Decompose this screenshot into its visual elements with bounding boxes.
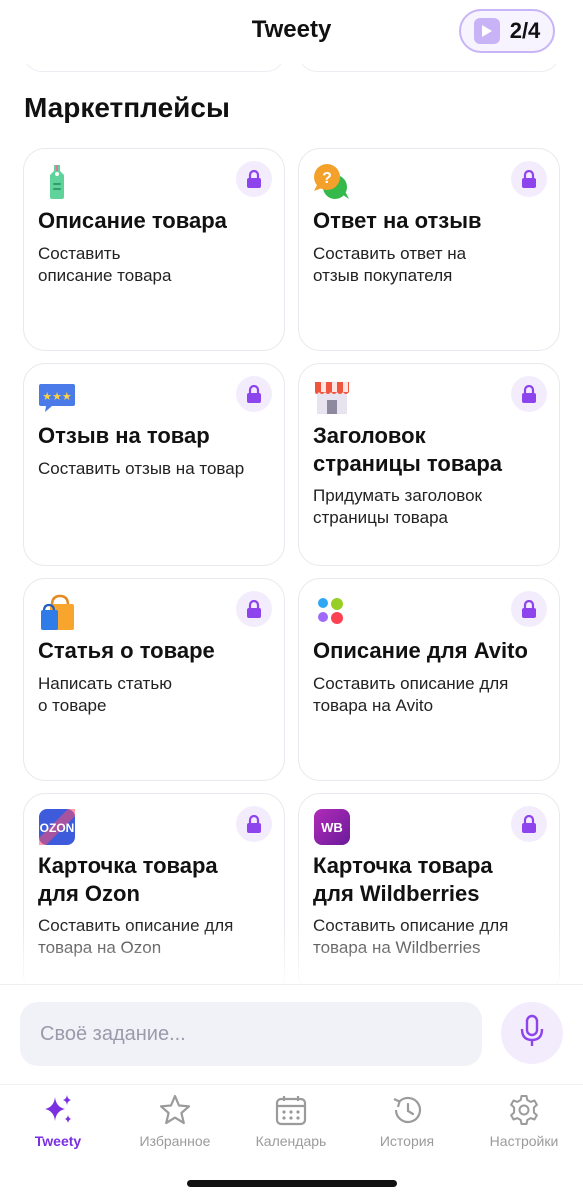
wildberries-logo-icon: WB [313, 808, 351, 846]
price-tag-icon [38, 163, 76, 201]
card-description: Составить отзыв на товар [38, 459, 245, 478]
card-title: Статья о товаре [38, 638, 215, 663]
avito-icon [313, 593, 351, 631]
lock-icon[interactable] [511, 591, 547, 627]
header: Tweety 2/4 [0, 0, 583, 64]
tab-label: Календарь [255, 1133, 327, 1149]
lock-icon[interactable] [236, 591, 272, 627]
star-icon [158, 1093, 192, 1127]
card-wildberries-product[interactable]: WB Карточка товара для Wildberries Соста… [298, 793, 560, 984]
tab-calendar[interactable]: Календарь [233, 1093, 349, 1153]
card-product-review[interactable]: ★★★ Отзыв на товар Составить отзыв на то… [23, 363, 285, 566]
previous-card-left[interactable] [23, 64, 285, 72]
calendar-icon [274, 1093, 308, 1127]
svg-text:OZON: OZON [40, 821, 75, 835]
counter-text: 2/4 [509, 18, 541, 43]
svg-text:WB: WB [321, 820, 343, 835]
tab-settings[interactable]: Настройки [466, 1093, 582, 1153]
task-input-bar [0, 984, 583, 1084]
card-description: Составить описание для товара на Wildber… [313, 916, 509, 957]
card-title: Карточка товара для Wildberries [313, 853, 493, 906]
tab-label: Настройки [489, 1133, 559, 1149]
card-title: Ответ на отзыв [313, 208, 482, 233]
card-title: Отзыв на товар [38, 423, 210, 448]
lock-icon[interactable] [511, 161, 547, 197]
ozon-logo-icon: OZON [38, 808, 76, 846]
microphone-icon [519, 1014, 545, 1053]
content-scroll-area[interactable]: Маркетплейсы Описание товара Составить о… [0, 64, 583, 984]
sparkles-icon [41, 1093, 75, 1127]
history-icon [390, 1093, 424, 1127]
home-indicator[interactable] [187, 1180, 397, 1187]
card-title: Описание для Avito [313, 638, 528, 663]
tab-tweety[interactable]: Tweety [0, 1093, 116, 1153]
microphone-button[interactable] [501, 1002, 563, 1064]
svg-text:?: ? [322, 170, 332, 187]
card-page-title[interactable]: Заголовок страницы товара Придумать заго… [298, 363, 560, 566]
card-description: Придумать заголовок страницы товара [313, 486, 482, 527]
card-description: Составить описание для товара на Ozon [38, 916, 234, 957]
question-chat-icon: ? [313, 163, 351, 201]
lock-icon[interactable] [511, 806, 547, 842]
card-product-article[interactable]: Статья о товаре Написать статью о товаре [23, 578, 285, 781]
lock-icon[interactable] [511, 376, 547, 412]
gear-icon [507, 1093, 541, 1127]
lock-icon[interactable] [236, 806, 272, 842]
usage-counter-badge[interactable]: 2/4 [459, 9, 555, 53]
play-icon [473, 18, 500, 44]
section-title: Маркетплейсы [24, 92, 230, 123]
tab-favorites[interactable]: Избранное [117, 1093, 233, 1153]
card-title: Карточка товара для Ozon [38, 853, 218, 906]
card-title: Заголовок страницы товара [313, 423, 502, 476]
tab-label: Избранное [139, 1133, 211, 1149]
storefront-icon [313, 378, 351, 416]
shopping-bags-icon [38, 593, 76, 631]
lock-icon[interactable] [236, 161, 272, 197]
tab-label: История [379, 1133, 435, 1149]
card-review-reply[interactable]: ? Ответ на отзыв Составить ответ на отзы… [298, 148, 560, 351]
stars-review-icon: ★★★ [38, 378, 76, 416]
card-description: Составить ответ на отзыв покупателя [313, 244, 467, 285]
lock-icon[interactable] [236, 376, 272, 412]
previous-card-right[interactable] [298, 64, 560, 72]
svg-text:★★★: ★★★ [42, 390, 72, 403]
card-description: Составить описание для товара на Avito [313, 674, 509, 715]
card-avito-description[interactable]: Описание для Avito Составить описание дл… [298, 578, 560, 781]
card-product-description[interactable]: Описание товара Составить описание товар… [23, 148, 285, 351]
card-description: Составить описание товара [38, 244, 172, 285]
task-input[interactable] [20, 1002, 482, 1066]
card-description: Написать статью о товаре [38, 674, 172, 715]
card-ozon-product[interactable]: OZON Карточка товара для Ozon Составить … [23, 793, 285, 984]
card-title: Описание товара [38, 208, 227, 233]
tab-label: Tweety [34, 1133, 82, 1149]
tab-history[interactable]: История [349, 1093, 465, 1153]
